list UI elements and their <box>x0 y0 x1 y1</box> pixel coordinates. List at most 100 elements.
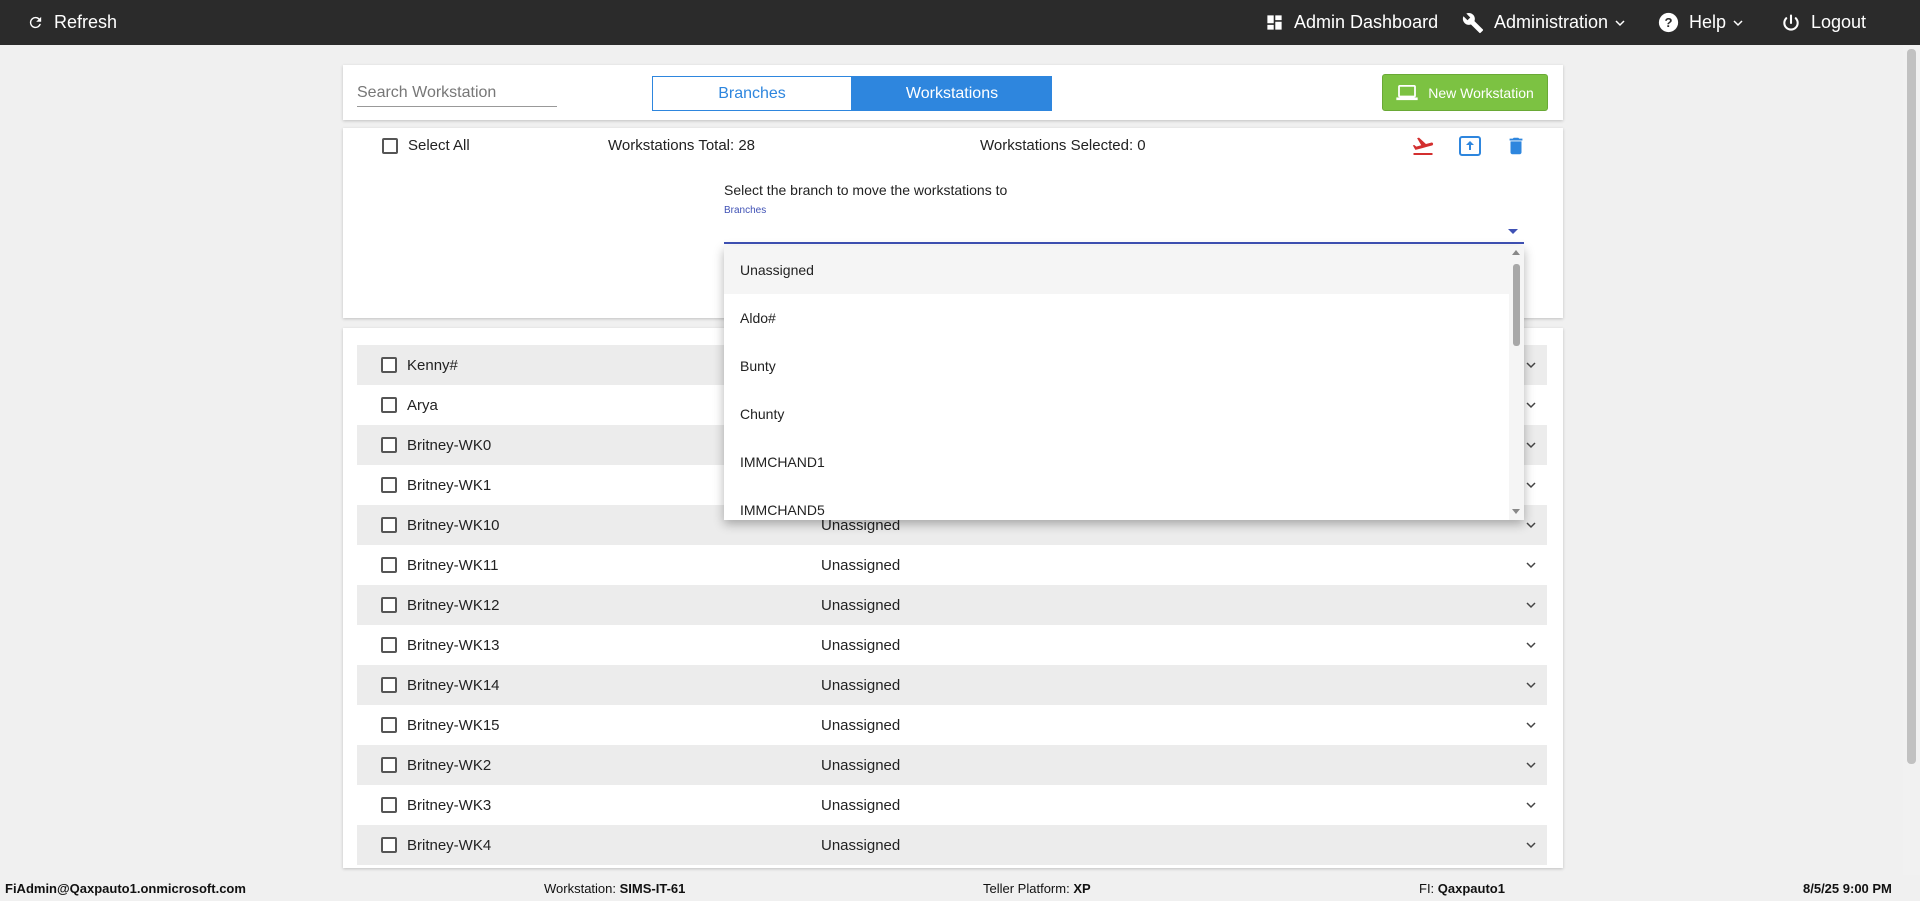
workstation-branch: Unassigned <box>821 596 901 614</box>
dropdown-scrollbar[interactable] <box>1509 246 1524 520</box>
page-scrollbar-thumb[interactable] <box>1907 49 1916 764</box>
status-platform: Teller Platform: XP <box>983 881 1091 896</box>
row-checkbox[interactable] <box>381 557 397 573</box>
expand-chevron-icon[interactable] <box>1525 799 1537 811</box>
row-checkbox[interactable] <box>381 597 397 613</box>
select-all-checkbox[interactable]: Select All <box>382 137 470 154</box>
table-row[interactable]: Britney-WK13 Unassigned <box>357 625 1547 665</box>
row-checkbox[interactable] <box>381 757 397 773</box>
refresh-label: Refresh <box>54 12 118 32</box>
new-workstation-button[interactable]: New Workstation <box>1382 74 1548 111</box>
top-bar: Refresh Admin Dashboard Administration ?… <box>0 0 1920 45</box>
page-scrollbar[interactable] <box>1903 45 1920 875</box>
expand-chevron-icon[interactable] <box>1525 399 1537 411</box>
dropdown-option[interactable]: Chunty <box>724 390 1509 438</box>
status-platform-label: Teller Platform: <box>983 881 1070 896</box>
logout-label: Logout <box>1811 12 1867 32</box>
status-bar: FiAdmin@Qaxpauto1.onmicrosoft.com Workst… <box>0 875 1920 901</box>
move-workstations-button[interactable] <box>1409 132 1437 160</box>
help-icon: ? <box>1658 12 1679 33</box>
delete-workstations-button[interactable] <box>1502 132 1530 160</box>
workstation-name: Britney-WK3 <box>407 796 492 814</box>
export-workstations-button[interactable] <box>1456 132 1484 160</box>
table-row[interactable]: Britney-WK4 Unassigned <box>357 825 1547 865</box>
row-checkbox[interactable] <box>381 437 397 453</box>
logout-button[interactable]: Logout <box>1781 0 1866 45</box>
refresh-button[interactable]: Refresh <box>27 0 117 45</box>
expand-chevron-icon[interactable] <box>1525 639 1537 651</box>
tab-workstations[interactable]: Workstations <box>852 76 1052 111</box>
workstation-name: Britney-WK13 <box>407 636 500 654</box>
table-row[interactable]: Britney-WK2 Unassigned <box>357 745 1547 785</box>
workstation-name: Britney-WK1 <box>407 476 492 494</box>
admin-dashboard-label: Admin Dashboard <box>1294 12 1439 32</box>
status-datetime: 8/5/25 9:00 PM <box>1803 881 1892 896</box>
new-workstation-label: New Workstation <box>1428 84 1534 101</box>
expand-chevron-icon[interactable] <box>1525 439 1537 451</box>
workstation-branch: Unassigned <box>821 676 901 694</box>
table-row[interactable]: Britney-WK3 Unassigned <box>357 785 1547 825</box>
row-checkbox[interactable] <box>381 677 397 693</box>
expand-chevron-icon[interactable] <box>1525 759 1537 771</box>
help-menu[interactable]: ? Help <box>1658 0 1744 45</box>
row-checkbox[interactable] <box>381 517 397 533</box>
workstation-branch: Unassigned <box>821 636 901 654</box>
chevron-down-icon <box>1615 19 1625 26</box>
help-label: Help <box>1689 12 1727 32</box>
expand-chevron-icon[interactable] <box>1525 479 1537 491</box>
row-checkbox[interactable] <box>381 357 397 373</box>
upload-icon <box>1459 136 1481 156</box>
workstation-name: Arya <box>407 396 438 414</box>
dropdown-option[interactable]: Bunty <box>724 342 1509 390</box>
expand-chevron-icon[interactable] <box>1525 719 1537 731</box>
workstation-name: Britney-WK2 <box>407 756 492 774</box>
expand-chevron-icon[interactable] <box>1525 359 1537 371</box>
row-checkbox[interactable] <box>381 837 397 853</box>
expand-chevron-icon[interactable] <box>1525 559 1537 571</box>
branches-field-label: Branches <box>724 205 767 216</box>
dropdown-option[interactable]: Unassigned <box>724 246 1509 294</box>
dropdown-option[interactable]: IMMCHAND5 <box>724 486 1509 520</box>
dropdown-scrollbar-thumb[interactable] <box>1513 264 1520 346</box>
laptop-icon <box>1396 84 1418 100</box>
refresh-icon <box>29 16 42 29</box>
status-workstation-value: SIMS-IT-61 <box>619 881 686 896</box>
expand-chevron-icon[interactable] <box>1525 519 1537 531</box>
row-checkbox[interactable] <box>381 717 397 733</box>
tab-branches[interactable]: Branches <box>652 76 852 111</box>
workstation-name: Britney-WK4 <box>407 836 492 854</box>
table-row[interactable]: Britney-WK15 Unassigned <box>357 705 1547 745</box>
administration-label: Administration <box>1494 12 1609 32</box>
table-row[interactable]: Britney-WK12 Unassigned <box>357 585 1547 625</box>
administration-menu[interactable]: Administration <box>1462 0 1626 45</box>
expand-chevron-icon[interactable] <box>1525 679 1537 691</box>
table-row[interactable]: Britney-WK11 Unassigned <box>357 545 1547 585</box>
table-row[interactable]: Britney-WK14 Unassigned <box>357 665 1547 705</box>
toolbar-card: Branches Workstations New Workstation <box>343 65 1563 120</box>
power-icon <box>1783 13 1799 31</box>
workstation-name: Britney-WK15 <box>407 716 500 734</box>
expand-chevron-icon[interactable] <box>1525 599 1537 611</box>
dropdown-option[interactable]: Aldo# <box>724 294 1509 342</box>
row-checkbox[interactable] <box>381 797 397 813</box>
row-checkbox[interactable] <box>381 637 397 653</box>
admin-dashboard-link[interactable]: Admin Dashboard <box>1265 0 1438 45</box>
row-checkbox[interactable] <box>381 477 397 493</box>
scroll-down-arrow-icon[interactable] <box>1512 509 1520 514</box>
workstation-name: Britney-WK11 <box>407 556 499 574</box>
expand-chevron-icon[interactable] <box>1525 839 1537 851</box>
workstation-branch: Unassigned <box>821 756 901 774</box>
dropdown-option[interactable]: IMMCHAND1 <box>724 438 1509 486</box>
workstation-name: Britney-WK12 <box>407 596 500 614</box>
scroll-up-arrow-icon[interactable] <box>1512 250 1520 255</box>
select-all-label: Select All <box>408 137 470 154</box>
row-checkbox[interactable] <box>381 397 397 413</box>
branches-dropdown-menu: IMMCHAND5 IMMCHAND1 Chunty Bunty Aldo# Unassi… <box>724 246 1524 520</box>
status-fi-label: FI: <box>1419 881 1435 896</box>
workstation-name: Britney-WK10 <box>407 516 500 534</box>
status-fi: FI: Qaxpauto1 <box>1419 881 1505 896</box>
trash-icon <box>1509 137 1523 155</box>
status-workstation-label: Workstation: <box>544 881 617 896</box>
search-workstation-input[interactable] <box>357 79 557 107</box>
branches-select[interactable] <box>724 219 1524 244</box>
